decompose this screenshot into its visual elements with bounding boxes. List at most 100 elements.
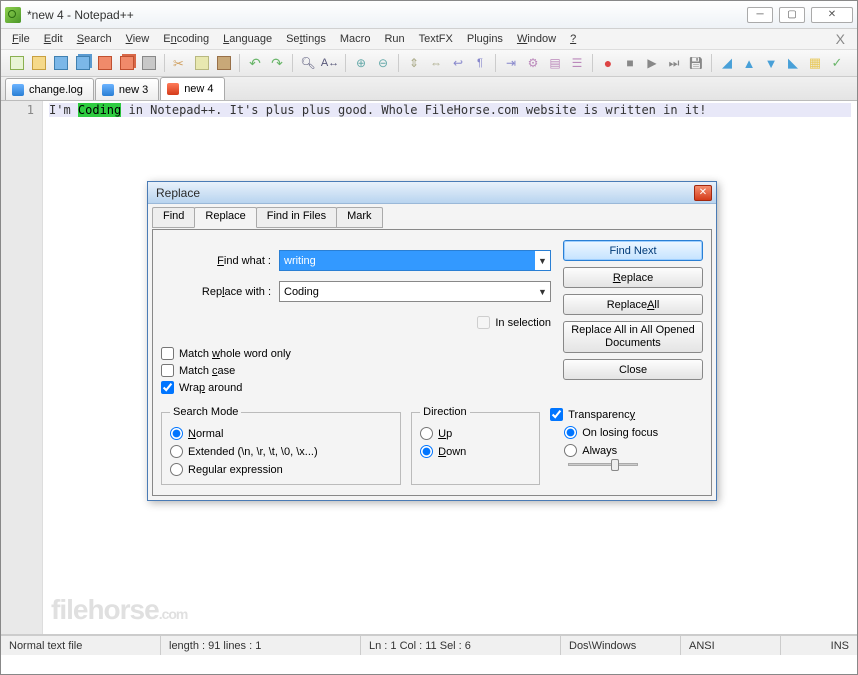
- dlg-tab-replace[interactable]: Replace: [194, 207, 256, 228]
- radio-regex[interactable]: Regular expression: [170, 463, 392, 476]
- window-titlebar: *new 4 - Notepad++ ─ ▢ ✕: [1, 1, 857, 29]
- find-what-input[interactable]: [280, 251, 535, 270]
- match-case-checkbox[interactable]: Match case: [161, 364, 551, 377]
- tb-allchars-icon[interactable]: ¶: [470, 53, 490, 73]
- dialog-titlebar[interactable]: Replace ✕: [148, 182, 716, 204]
- search-highlight: Coding: [78, 103, 121, 117]
- tb-paste-icon[interactable]: [214, 53, 234, 73]
- doctab-label: new 4: [184, 83, 213, 95]
- tb-macro-save-icon[interactable]: 💾︎: [686, 53, 706, 73]
- replace-button[interactable]: Replace: [563, 267, 703, 288]
- tb-macro-stop-icon[interactable]: ■: [620, 53, 640, 73]
- tb-save-icon[interactable]: [51, 53, 71, 73]
- dialog-close-button[interactable]: ✕: [694, 185, 712, 201]
- tb-zoomin-icon[interactable]: ⊕: [351, 53, 371, 73]
- find-next-button[interactable]: Find Next: [563, 240, 703, 261]
- radio-up[interactable]: Up: [420, 427, 531, 440]
- tb-print-icon[interactable]: [139, 53, 159, 73]
- menu-edit[interactable]: Edit: [37, 31, 70, 47]
- transparency-slider[interactable]: [568, 463, 638, 466]
- menu-file[interactable]: File: [5, 31, 37, 47]
- tb-docmap-icon[interactable]: ▤: [545, 53, 565, 73]
- in-selection-checkbox[interactable]: In selection: [477, 316, 551, 329]
- tb-blue2-icon[interactable]: ▲: [739, 53, 759, 73]
- slider-thumb[interactable]: [611, 459, 619, 471]
- menubar-close-icon[interactable]: X: [828, 31, 853, 47]
- doctab-changelog[interactable]: change.log: [5, 78, 94, 100]
- maximize-button[interactable]: ▢: [779, 7, 805, 23]
- tb-redo-icon[interactable]: ↷: [267, 53, 287, 73]
- wrap-around-checkbox[interactable]: Wrap around: [161, 381, 551, 394]
- status-encoding: ANSI: [681, 636, 781, 655]
- tb-zoomout-icon[interactable]: ⊖: [373, 53, 393, 73]
- replace-dialog: Replace ✕ Find Replace Find in Files Mar…: [147, 181, 717, 501]
- menu-help[interactable]: ?: [563, 31, 583, 47]
- dlg-tab-mark[interactable]: Mark: [336, 207, 382, 228]
- tb-cut-icon[interactable]: ✂: [170, 53, 190, 73]
- tb-wrap-icon[interactable]: ↩: [448, 53, 468, 73]
- tb-saveall-icon[interactable]: [73, 53, 93, 73]
- menu-textfx[interactable]: TextFX: [412, 31, 460, 47]
- tb-macro-rec-icon[interactable]: ●: [598, 53, 618, 73]
- replace-with-combo[interactable]: ▼: [279, 281, 551, 302]
- close-button[interactable]: Close: [563, 359, 703, 380]
- radio-extended[interactable]: Extended (\n, \r, \t, \0, \x...): [170, 445, 392, 458]
- window-close-button[interactable]: ✕: [811, 7, 853, 23]
- tb-closeall-icon[interactable]: [117, 53, 137, 73]
- menu-search[interactable]: Search: [70, 31, 119, 47]
- menu-plugins[interactable]: Plugins: [460, 31, 510, 47]
- tb-copy-icon[interactable]: [192, 53, 212, 73]
- tb-macro-play-icon[interactable]: ▶: [642, 53, 662, 73]
- tb-open-icon[interactable]: [29, 53, 49, 73]
- doctab-label: new 3: [119, 84, 148, 96]
- replace-with-input[interactable]: [280, 282, 535, 301]
- menu-run[interactable]: Run: [377, 31, 411, 47]
- find-what-label: Find what :: [161, 255, 271, 267]
- tb-indent-icon[interactable]: ⇥: [501, 53, 521, 73]
- tb-yellow2-icon[interactable]: ✓: [827, 53, 847, 73]
- transparency-checkbox[interactable]: Transparency: [550, 408, 703, 421]
- tb-yellow1-icon[interactable]: ▦: [805, 53, 825, 73]
- status-position: Ln : 1 Col : 11 Sel : 6: [361, 636, 561, 655]
- tb-blue1-icon[interactable]: ◢: [717, 53, 737, 73]
- tb-blue3-icon[interactable]: ▼: [761, 53, 781, 73]
- tb-funclist-icon[interactable]: ☰: [567, 53, 587, 73]
- dlg-tab-find[interactable]: Find: [152, 207, 195, 228]
- tb-close-icon[interactable]: [95, 53, 115, 73]
- tb-new-icon[interactable]: [7, 53, 27, 73]
- unsaved-state-icon: [167, 83, 179, 95]
- menu-view[interactable]: View: [119, 31, 157, 47]
- tb-find-icon[interactable]: 🔍︎: [298, 53, 318, 73]
- radio-normal[interactable]: Normal: [170, 427, 392, 440]
- minimize-button[interactable]: ─: [747, 7, 773, 23]
- radio-on-losing-focus[interactable]: On losing focus: [564, 426, 703, 439]
- tb-replace-icon[interactable]: A↔: [320, 53, 340, 73]
- tb-blue4-icon[interactable]: ◣: [783, 53, 803, 73]
- menu-encoding[interactable]: Encoding: [156, 31, 216, 47]
- tb-macro-playn-icon[interactable]: ⏭︎: [664, 53, 684, 73]
- replace-all-button[interactable]: Replace All: [563, 294, 703, 315]
- replace-all-opened-button[interactable]: Replace All in All Opened Documents: [563, 321, 703, 353]
- menu-macro[interactable]: Macro: [333, 31, 378, 47]
- dlg-tab-findinfiles[interactable]: Find in Files: [256, 207, 337, 228]
- save-state-icon: [102, 84, 114, 96]
- doctab-new4[interactable]: new 4: [160, 77, 224, 100]
- dropdown-arrow-icon[interactable]: ▼: [535, 256, 550, 266]
- status-insert-mode: INS: [781, 636, 857, 655]
- menu-settings[interactable]: Settings: [279, 31, 333, 47]
- radio-down[interactable]: Down: [420, 445, 531, 458]
- status-eol: Dos\Windows: [561, 636, 681, 655]
- find-what-combo[interactable]: ▼: [279, 250, 551, 271]
- tb-synch-icon[interactable]: ⇔: [426, 53, 446, 73]
- tb-userdef-icon[interactable]: ⚙︎: [523, 53, 543, 73]
- status-filetype: Normal text file: [1, 636, 161, 655]
- tb-undo-icon[interactable]: ↶: [245, 53, 265, 73]
- menu-language[interactable]: Language: [216, 31, 279, 47]
- radio-always[interactable]: Always: [564, 444, 703, 457]
- tb-syncv-icon[interactable]: ⇕: [404, 53, 424, 73]
- direction-legend: Direction: [420, 406, 469, 418]
- doctab-new3[interactable]: new 3: [95, 78, 159, 100]
- menu-window[interactable]: Window: [510, 31, 563, 47]
- dropdown-arrow-icon[interactable]: ▼: [535, 287, 550, 297]
- match-whole-word-checkbox[interactable]: Match whole word only: [161, 347, 551, 360]
